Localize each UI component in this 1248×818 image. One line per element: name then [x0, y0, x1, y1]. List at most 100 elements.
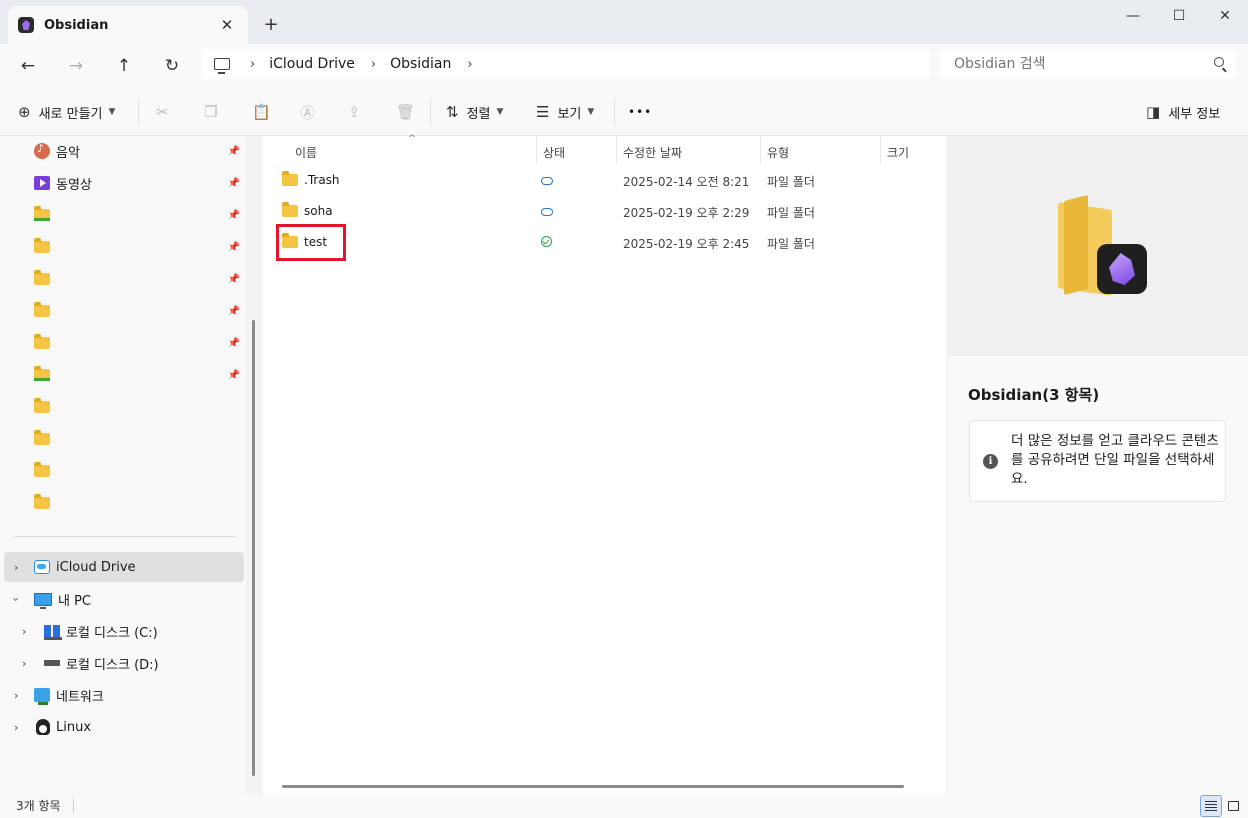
column-divider[interactable]: [760, 136, 761, 164]
close-tab-icon[interactable]: ✕: [216, 14, 238, 36]
sidebar-item-folder[interactable]: 📌: [4, 264, 244, 294]
column-header-status[interactable]: 상태: [543, 140, 565, 164]
search-input[interactable]: [954, 56, 1194, 72]
share-button[interactable]: ⇪: [348, 100, 369, 124]
pin-icon: 📌: [227, 369, 240, 381]
info-icon: i: [983, 454, 998, 469]
this-pc-icon[interactable]: [214, 58, 230, 74]
up-button[interactable]: ↑: [108, 50, 140, 82]
sidebar-item-folder[interactable]: 📌: [4, 296, 244, 326]
sidebar-item-local-disk-c[interactable]: › 로컬 디스크 (C:): [4, 616, 244, 646]
sort-icon: ⇅: [446, 103, 459, 121]
sidebar-item-folder[interactable]: [4, 456, 244, 486]
chevron-right-icon[interactable]: ›: [250, 57, 255, 72]
sidebar-item-linux[interactable]: › Linux: [4, 712, 244, 742]
column-header-type[interactable]: 유형: [767, 140, 789, 164]
new-button-label: 새로 만들기: [38, 106, 103, 122]
pin-icon: 📌: [227, 273, 240, 285]
search-box[interactable]: [940, 49, 1236, 79]
chevron-down-icon[interactable]: ›: [10, 597, 23, 601]
file-type: 파일 폴더: [767, 206, 815, 220]
column-header-date-modified[interactable]: 수정한 날짜: [623, 140, 682, 164]
sidebar-item-label: iCloud Drive: [56, 559, 136, 575]
table-row[interactable]: .Trash 2025-02-14 오전 8:21 파일 폴더: [276, 165, 942, 195]
sidebar-scrollbar[interactable]: [252, 320, 255, 776]
column-divider[interactable]: [536, 136, 537, 164]
linux-penguin-icon: [36, 719, 50, 735]
new-button[interactable]: ⊕ 새로 만들기 ▼: [18, 100, 115, 124]
sidebar-item-folder[interactable]: 📌: [4, 200, 244, 230]
sidebar-item-videos[interactable]: 동영상 📌: [4, 168, 244, 198]
delete-button[interactable]: 🗑: [396, 100, 423, 124]
tiles-view-icon: [1227, 801, 1239, 811]
sidebar-item-folder[interactable]: [4, 424, 244, 454]
minimize-button[interactable]: —: [1110, 0, 1156, 32]
sidebar-item-local-disk-d[interactable]: › 로컬 디스크 (D:): [4, 648, 244, 678]
chevron-right-icon[interactable]: ›: [14, 689, 18, 702]
sort-button[interactable]: ⇅ 정렬 ▼: [446, 100, 503, 124]
sidebar-item-this-pc[interactable]: › 내 PC: [4, 584, 244, 614]
column-header-size[interactable]: 크기: [887, 140, 909, 164]
tiles-view-button[interactable]: [1222, 795, 1244, 817]
horizontal-scrollbar[interactable]: [282, 785, 904, 788]
back-button[interactable]: ←: [12, 50, 44, 82]
sidebar-item-music[interactable]: 음악 📌: [4, 136, 244, 166]
column-divider[interactable]: [880, 136, 881, 164]
obsidian-logo-icon: [1097, 244, 1147, 294]
copy-button[interactable]: ❐: [204, 100, 225, 124]
chevron-right-icon[interactable]: ›: [371, 57, 376, 72]
chevron-right-icon[interactable]: ›: [22, 625, 26, 638]
sidebar-item-folder[interactable]: [4, 488, 244, 518]
breadcrumb-obsidian[interactable]: Obsidian: [390, 56, 451, 72]
paste-button[interactable]: 📋: [252, 100, 279, 124]
more-options-button[interactable]: •••: [628, 100, 652, 124]
chevron-right-icon[interactable]: ›: [14, 721, 18, 734]
synced-check-icon: [541, 236, 552, 247]
address-bar[interactable]: › iCloud Drive › Obsidian ›: [202, 49, 930, 79]
trash-icon: 🗑: [396, 103, 416, 121]
chevron-right-icon[interactable]: ›: [22, 657, 26, 670]
close-window-button[interactable]: ✕: [1202, 0, 1248, 32]
table-row[interactable]: test 2025-02-19 오후 2:45 파일 폴더: [276, 227, 942, 257]
tab-obsidian[interactable]: Obsidian ✕: [8, 6, 248, 44]
maximize-button[interactable]: ☐: [1156, 0, 1202, 32]
address-row: ← → ↑ ↻ › iCloud Drive › Obsidian ›: [0, 44, 1248, 88]
file-name-cell[interactable]: .Trash: [282, 171, 340, 187]
cut-icon: ✂: [156, 103, 169, 121]
sidebar-item-folder[interactable]: [4, 392, 244, 422]
details-view-button[interactable]: [1200, 795, 1222, 817]
sidebar-item-folder[interactable]: 📌: [4, 328, 244, 358]
sidebar-item-folder[interactable]: 📌: [4, 360, 244, 390]
rename-button[interactable]: Ⓐ: [300, 100, 323, 124]
view-button[interactable]: ☰ 보기 ▼: [536, 100, 594, 124]
status-divider: [73, 799, 74, 813]
file-name-cell[interactable]: soha: [282, 202, 333, 218]
folder-icon: [34, 302, 50, 317]
drive-icon: [44, 660, 60, 666]
highlight-box: [276, 224, 346, 261]
paste-icon: 📋: [252, 103, 271, 121]
sidebar-item-icloud-drive[interactable]: › iCloud Drive: [4, 552, 244, 582]
sidebar-item-folder[interactable]: 📌: [4, 232, 244, 262]
chevron-right-icon[interactable]: ›: [467, 57, 472, 72]
sidebar-item-network[interactable]: › 네트워크: [4, 680, 244, 710]
search-icon[interactable]: [1214, 57, 1224, 67]
column-header-name[interactable]: 이름: [295, 140, 317, 164]
column-divider[interactable]: [616, 136, 617, 164]
table-row[interactable]: soha 2025-02-19 오후 2:29 파일 폴더: [276, 196, 942, 226]
details-pane-button[interactable]: ◨ 세부 정보: [1146, 100, 1220, 124]
preview-area: [948, 136, 1248, 356]
info-text: 더 많은 정보를 얻고 클라우드 콘텐츠를 공유하려면 단일 파일을 선택하세요…: [1011, 433, 1219, 487]
cut-button[interactable]: ✂: [156, 100, 177, 124]
sidebar-item-label: 내 PC: [58, 593, 92, 609]
rename-icon: Ⓐ: [300, 103, 316, 122]
pin-icon: 📌: [227, 337, 240, 349]
folder-icon: [34, 494, 50, 509]
breadcrumb-icloud-drive[interactable]: iCloud Drive: [269, 56, 355, 72]
new-tab-button[interactable]: +: [258, 11, 284, 37]
pin-icon: 📌: [227, 145, 240, 157]
chevron-right-icon[interactable]: ›: [14, 561, 18, 574]
refresh-button[interactable]: ↻: [156, 50, 188, 82]
details-pane-icon: ◨: [1146, 103, 1161, 121]
forward-button[interactable]: →: [60, 50, 92, 82]
